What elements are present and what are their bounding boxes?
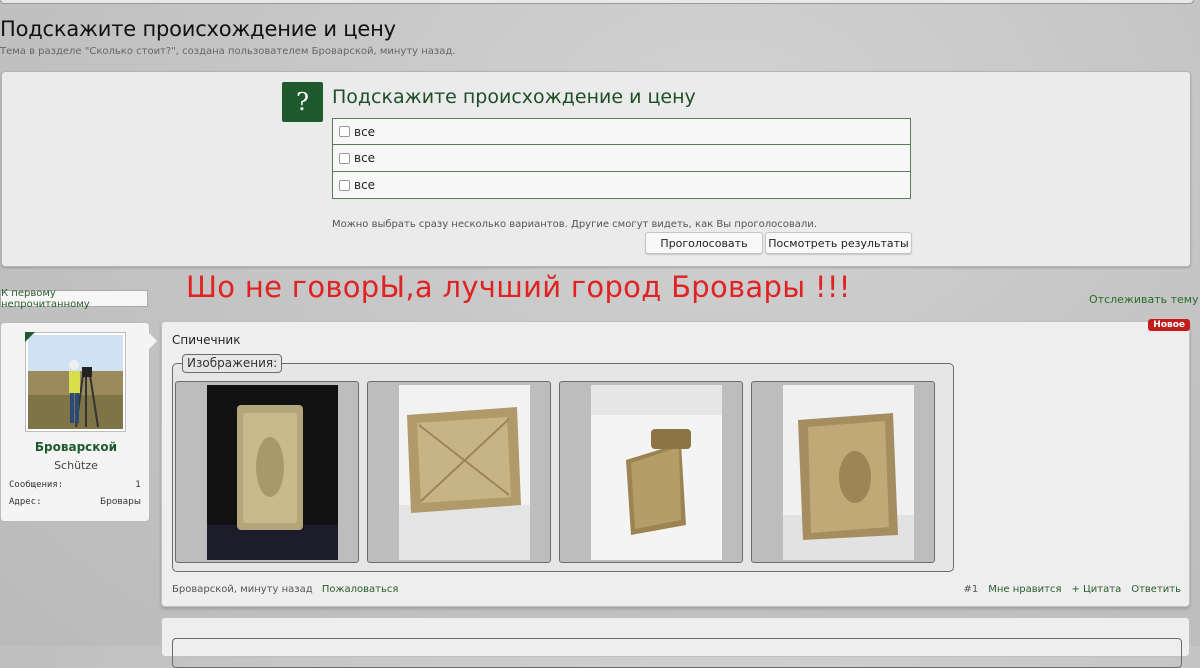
vote-button[interactable]: Проголосовать <box>645 232 763 254</box>
attachment-thumbnail[interactable] <box>175 381 359 563</box>
poll-question: Подскажите происхождение и цену <box>332 86 696 108</box>
avatar[interactable] <box>25 332 126 432</box>
poll-option[interactable]: все <box>332 145 911 172</box>
user-stat-messages: Сообщения: 1 <box>9 480 141 490</box>
checkbox[interactable] <box>339 126 350 137</box>
checkbox[interactable] <box>339 179 350 191</box>
next-post-inner <box>172 638 1182 668</box>
post-text: Спичечник <box>172 333 241 347</box>
poll-option-label: все <box>354 151 376 165</box>
poll-option[interactable]: все <box>332 118 911 145</box>
stat-value: Бровары <box>99 497 141 507</box>
report-link[interactable]: Пожаловаться <box>322 584 399 595</box>
post-meta: Броварской, минуту назад Пожаловаться <box>172 584 398 595</box>
post: Новое Спичечник Изображения: Броварской,… <box>161 319 1190 607</box>
user-stat-address: Адрес: Бровары <box>9 497 141 507</box>
user-name[interactable]: Броварской <box>1 440 151 454</box>
thread-description: Тема в разделе "Сколько стоит?", создана… <box>0 46 456 57</box>
thumbnail-image-2 <box>399 385 530 560</box>
stat-label: Сообщения: <box>9 480 64 490</box>
attachment-thumbnail[interactable] <box>367 381 551 563</box>
thumbnail-image-1 <box>207 385 338 560</box>
user-title: Schütze <box>54 459 98 472</box>
poll-container: ? Подскажите происхождение и цену все вс… <box>1 71 1191 267</box>
post-actions: #1 Мне нравится + Цитата Ответить <box>963 584 1181 595</box>
avatar-image <box>28 335 123 429</box>
checkbox[interactable] <box>339 152 350 164</box>
like-link[interactable]: Мне нравится <box>988 584 1061 595</box>
quote-link[interactable]: + Цитата <box>1071 584 1121 595</box>
poll-options: все все все <box>332 118 911 199</box>
thread-title: Подскажите происхождение и цену <box>0 17 396 41</box>
thumbnail-image-3 <box>591 385 722 560</box>
user-card-pointer <box>149 333 157 349</box>
poll-note: Можно выбрать сразу несколько вариантов.… <box>332 219 817 230</box>
poll-option-label: все <box>354 124 376 139</box>
question-icon: ? <box>282 82 323 122</box>
attachment-thumbnail[interactable] <box>751 381 935 563</box>
poll-option-label: все <box>354 178 376 192</box>
stat-label: Адрес: <box>9 497 42 507</box>
reply-link[interactable]: Ответить <box>1131 584 1181 595</box>
avatar-corner-marker <box>25 332 35 342</box>
post-number[interactable]: #1 <box>963 584 978 595</box>
post-author-time[interactable]: Броварской, минуту назад <box>172 584 313 595</box>
attachment-thumbnail[interactable] <box>559 381 743 563</box>
top-bar <box>0 0 1194 4</box>
user-card: Броварской Schütze Сообщения: 1 Адрес: Б… <box>0 322 150 522</box>
next-post <box>161 617 1190 668</box>
stat-value[interactable]: 1 <box>135 480 141 490</box>
signature-slogan: Шо не говорЫ,а лучший город Бровары !!! <box>186 270 851 304</box>
view-results-button[interactable]: Посмотреть результаты <box>765 232 912 254</box>
poll-option[interactable]: все <box>332 172 911 199</box>
attachments-legend: Изображения: <box>182 354 283 373</box>
watch-thread-link[interactable]: Отслеживать тему <box>1089 293 1199 306</box>
new-badge: Новое <box>1148 319 1190 331</box>
thumbnail-image-4 <box>783 385 914 560</box>
first-unread-button[interactable]: К первому непрочитанному <box>0 288 148 310</box>
attachments-frame <box>172 363 954 572</box>
